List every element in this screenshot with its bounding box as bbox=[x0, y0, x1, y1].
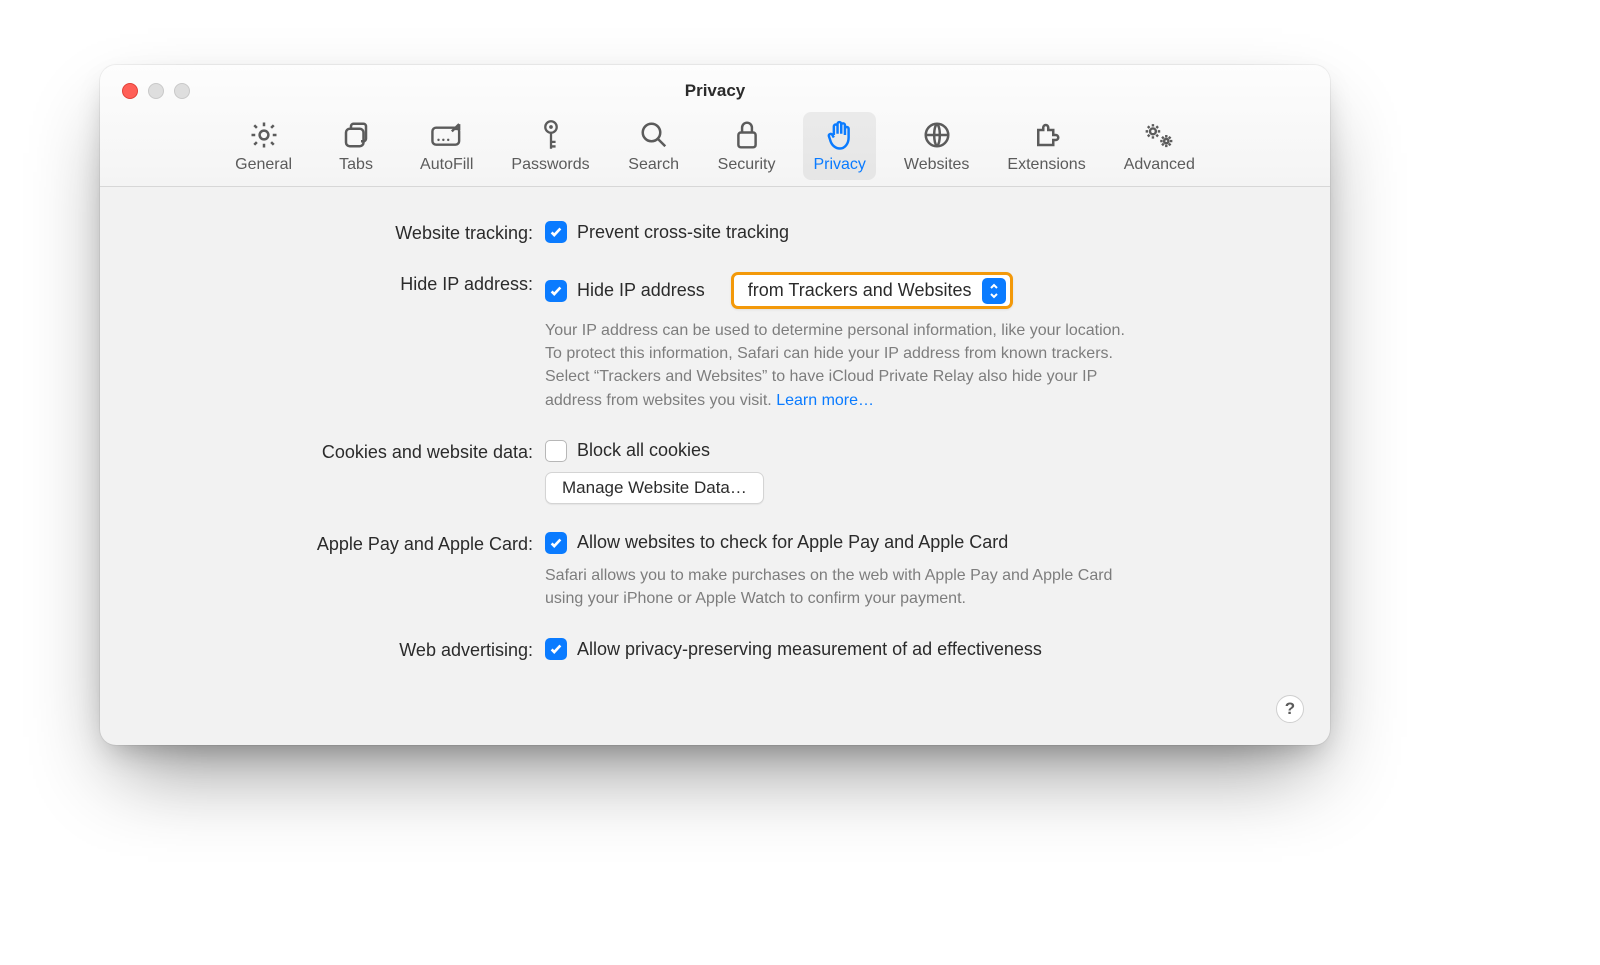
tab-search[interactable]: Search bbox=[618, 112, 690, 180]
tab-advanced[interactable]: Advanced bbox=[1114, 112, 1205, 180]
hide-ip-address-checkbox[interactable] bbox=[545, 280, 567, 302]
preferences-window: Privacy General Tabs bbox=[100, 65, 1330, 745]
tabs-icon bbox=[341, 118, 371, 152]
cookies-label: Cookies and website data: bbox=[130, 440, 545, 463]
allow-apple-pay-checkbox[interactable] bbox=[545, 532, 567, 554]
window-title: Privacy bbox=[100, 81, 1330, 101]
tab-passwords[interactable]: Passwords bbox=[501, 112, 599, 180]
titlebar: Privacy General Tabs bbox=[100, 65, 1330, 187]
preferences-toolbar: General Tabs AutoFill bbox=[100, 112, 1330, 180]
tab-label: Privacy bbox=[813, 156, 865, 174]
prevent-cross-site-tracking-label: Prevent cross-site tracking bbox=[577, 222, 789, 243]
privacy-pane: Website tracking: Prevent cross-site tra… bbox=[100, 187, 1330, 661]
website-tracking-label: Website tracking: bbox=[130, 221, 545, 244]
tab-privacy[interactable]: Privacy bbox=[803, 112, 875, 180]
tab-label: Extensions bbox=[1007, 156, 1085, 174]
key-icon bbox=[538, 118, 564, 152]
tab-label: General bbox=[235, 156, 292, 174]
tab-general[interactable]: General bbox=[225, 112, 302, 180]
lock-icon bbox=[734, 118, 760, 152]
tab-label: Search bbox=[628, 156, 679, 174]
hide-ip-mode-select[interactable]: from Trackers and Websites bbox=[731, 272, 1013, 309]
allow-apple-pay-label: Allow websites to check for Apple Pay an… bbox=[577, 532, 1008, 553]
tab-label: Websites bbox=[904, 156, 970, 174]
autofill-icon bbox=[430, 118, 464, 152]
tab-websites[interactable]: Websites bbox=[894, 112, 980, 180]
hand-icon bbox=[826, 118, 854, 152]
learn-more-link[interactable]: Learn more… bbox=[776, 392, 874, 409]
hide-ip-address-checkbox-label: Hide IP address bbox=[577, 280, 705, 301]
apple-pay-label: Apple Pay and Apple Card: bbox=[130, 532, 545, 555]
chevron-up-down-icon bbox=[982, 278, 1006, 304]
hide-ip-description: Your IP address can be used to determine… bbox=[545, 319, 1125, 412]
tab-tabs[interactable]: Tabs bbox=[320, 112, 392, 180]
tab-label: Passwords bbox=[511, 156, 589, 174]
tab-extensions[interactable]: Extensions bbox=[997, 112, 1095, 180]
hide-ip-mode-value: from Trackers and Websites bbox=[748, 280, 972, 301]
gears-icon bbox=[1142, 118, 1176, 152]
tab-autofill[interactable]: AutoFill bbox=[410, 112, 483, 180]
gear-icon bbox=[249, 118, 279, 152]
allow-ad-measurement-label: Allow privacy-preserving measurement of … bbox=[577, 639, 1042, 660]
allow-ad-measurement-checkbox[interactable] bbox=[545, 638, 567, 660]
manage-website-data-button[interactable]: Manage Website Data… bbox=[545, 472, 764, 504]
block-all-cookies-label: Block all cookies bbox=[577, 440, 710, 461]
search-icon bbox=[639, 118, 669, 152]
tab-label: Security bbox=[718, 156, 776, 174]
globe-icon bbox=[922, 118, 952, 152]
tab-security[interactable]: Security bbox=[708, 112, 786, 180]
hide-ip-label: Hide IP address: bbox=[130, 272, 545, 295]
help-button[interactable]: ? bbox=[1276, 695, 1304, 723]
prevent-cross-site-tracking-checkbox[interactable] bbox=[545, 221, 567, 243]
web-advertising-label: Web advertising: bbox=[130, 638, 545, 661]
tab-label: Advanced bbox=[1124, 156, 1195, 174]
tab-label: AutoFill bbox=[420, 156, 473, 174]
apple-pay-description: Safari allows you to make purchases on t… bbox=[545, 564, 1125, 610]
block-all-cookies-checkbox[interactable] bbox=[545, 440, 567, 462]
puzzle-icon bbox=[1032, 118, 1062, 152]
tab-label: Tabs bbox=[339, 156, 373, 174]
